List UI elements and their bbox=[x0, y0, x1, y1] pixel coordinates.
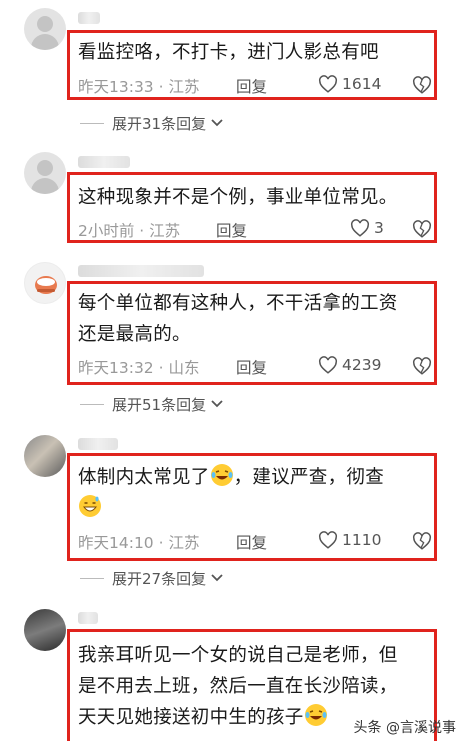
comment-text-part: 天天见她接送初中生的孩子 bbox=[78, 707, 304, 728]
laughing-crying-emoji-icon bbox=[304, 704, 327, 726]
chevron-down-icon bbox=[211, 574, 223, 582]
comment-text-line: 每个单位都有这种人，不干活拿的工资 bbox=[78, 293, 398, 314]
dislike-icon[interactable] bbox=[412, 357, 432, 375]
comment-time: 昨天13:33 · 江苏 bbox=[78, 78, 200, 96]
like-count: 1614 bbox=[342, 75, 382, 93]
toutiao-watermark: 头条 @言溪说事 bbox=[354, 717, 456, 737]
username-blurred[interactable] bbox=[78, 438, 118, 450]
like-button[interactable]: 1110 bbox=[318, 531, 381, 549]
watermark-text: 头条 @言溪说事 bbox=[353, 720, 456, 736]
username-blurred[interactable] bbox=[78, 156, 130, 168]
comment-text: 每个单位都有这种人，不干活拿的工资 还是最高的。 bbox=[78, 288, 430, 350]
user-avatar[interactable] bbox=[24, 609, 66, 651]
username-blurred[interactable] bbox=[78, 265, 204, 277]
reply-button[interactable]: 回复 bbox=[236, 531, 267, 553]
like-button[interactable]: 4239 bbox=[318, 356, 381, 374]
heart-icon bbox=[319, 531, 337, 549]
like-count: 1110 bbox=[342, 531, 382, 549]
grinning-sweat-emoji-icon bbox=[79, 495, 101, 517]
comment-text-line bbox=[78, 493, 430, 524]
chevron-down-icon bbox=[211, 119, 223, 127]
like-count: 3 bbox=[374, 219, 384, 237]
dislike-icon[interactable] bbox=[412, 220, 432, 238]
comment-text-part: ，建议严查，彻查 bbox=[233, 467, 385, 488]
heart-icon bbox=[319, 75, 337, 93]
comment-text-line: 体制内太常见了 ，建议严查，彻查 bbox=[78, 462, 430, 493]
comment-meta: 昨天13:32 · 山东 回复 4239 bbox=[78, 356, 434, 378]
expand-replies-label: 展开51条回复 bbox=[112, 395, 207, 414]
comment-text-part: 体制内太常见了 bbox=[78, 467, 210, 488]
comment-meta: 昨天13:33 · 江苏 回复 1614 bbox=[78, 75, 434, 97]
reply-button[interactable]: 回复 bbox=[236, 75, 267, 97]
laughing-crying-emoji-icon bbox=[210, 464, 233, 486]
expand-replies[interactable]: 展开51条回复 bbox=[80, 393, 224, 415]
heart-icon bbox=[351, 219, 369, 237]
chevron-down-icon bbox=[211, 400, 223, 408]
comment-time: 昨天13:32 · 山东 bbox=[78, 359, 200, 377]
user-avatar[interactable] bbox=[24, 262, 66, 304]
like-button[interactable]: 1614 bbox=[318, 75, 381, 93]
comment-time: 昨天14:10 · 江苏 bbox=[78, 534, 200, 552]
comment-text: 看监控咯，不打卡，进门人影总有吧 bbox=[78, 42, 379, 63]
expand-replies[interactable]: 展开27条回复 bbox=[80, 567, 224, 589]
expand-replies-label: 展开31条回复 bbox=[112, 114, 207, 133]
user-avatar[interactable] bbox=[24, 152, 66, 194]
expand-replies[interactable]: 展开31条回复 bbox=[80, 112, 224, 134]
username-blurred[interactable] bbox=[78, 12, 100, 24]
comment-time: 2小时前 · 江苏 bbox=[78, 222, 181, 240]
username-blurred[interactable] bbox=[78, 612, 98, 624]
comment-meta: 2小时前 · 江苏 回复 3 bbox=[78, 219, 434, 241]
user-avatar[interactable] bbox=[24, 435, 66, 477]
comment-meta: 昨天14:10 · 江苏 回复 1110 bbox=[78, 531, 434, 553]
heart-icon bbox=[319, 356, 337, 374]
comment-text-line: 我亲耳听见一个女的说自己是老师，但 bbox=[78, 645, 398, 666]
like-button[interactable]: 3 bbox=[350, 219, 384, 237]
comment-text-line: 还是最高的。 bbox=[78, 324, 191, 345]
user-avatar[interactable] bbox=[24, 8, 66, 50]
comment-text-line: 是不用去上班，然后一直在长沙陪读， bbox=[78, 676, 398, 697]
dislike-icon[interactable] bbox=[412, 532, 432, 550]
reply-button[interactable]: 回复 bbox=[216, 219, 247, 241]
dislike-icon[interactable] bbox=[412, 76, 432, 94]
comment-text: 这种现象并不是个例，事业单位常见。 bbox=[78, 187, 398, 208]
comment-text: 体制内太常见了 ，建议严查，彻查 bbox=[78, 462, 430, 524]
like-count: 4239 bbox=[342, 356, 382, 374]
bowl-avatar-icon bbox=[35, 276, 57, 294]
expand-replies-label: 展开27条回复 bbox=[112, 569, 207, 588]
reply-button[interactable]: 回复 bbox=[236, 356, 267, 378]
